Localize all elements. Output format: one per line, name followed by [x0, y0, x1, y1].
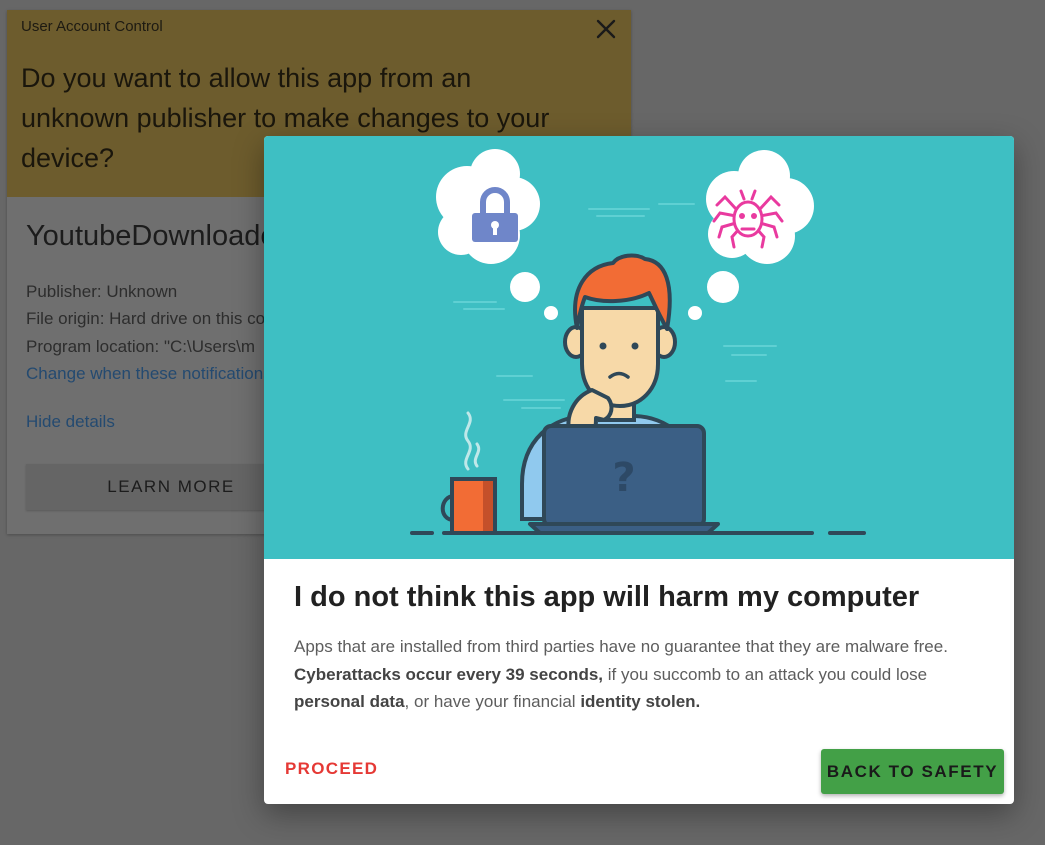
proceed-button[interactable]: PROCEED	[285, 759, 378, 779]
hide-details-link[interactable]: Hide details	[26, 412, 115, 432]
body-text-3: , or have your financial	[404, 692, 581, 711]
body-text-2: if you succomb to an attack you could lo…	[603, 664, 928, 684]
body-bold-3: identity stolen.	[580, 692, 701, 711]
worried-user-illustration: ?	[264, 136, 1014, 559]
app-name: YoutubeDownloader	[26, 220, 287, 252]
uac-caption: User Account Control	[21, 18, 163, 35]
modal-body-text: Apps that are installed from third parti…	[294, 633, 994, 716]
body-bold-2: personal data	[294, 692, 405, 711]
publisher-text: Publisher: Unknown	[26, 282, 178, 301]
body-text-1: Apps that are installed from third parti…	[294, 637, 948, 656]
warning-modal: ? I do not think this app will harm my c…	[264, 136, 1014, 804]
laptop-icon: ?	[528, 424, 720, 535]
body-bold-1: Cyberattacks occur every 39 seconds,	[294, 664, 604, 684]
back-to-safety-button[interactable]: BACK TO SAFETY	[821, 749, 1004, 794]
modal-title: I do not think this app will harm my com…	[294, 581, 920, 613]
program-location-text: Program location: "C:\Users\m	[26, 337, 255, 356]
close-icon[interactable]	[593, 16, 619, 42]
laptop-question-mark: ?	[612, 455, 635, 501]
